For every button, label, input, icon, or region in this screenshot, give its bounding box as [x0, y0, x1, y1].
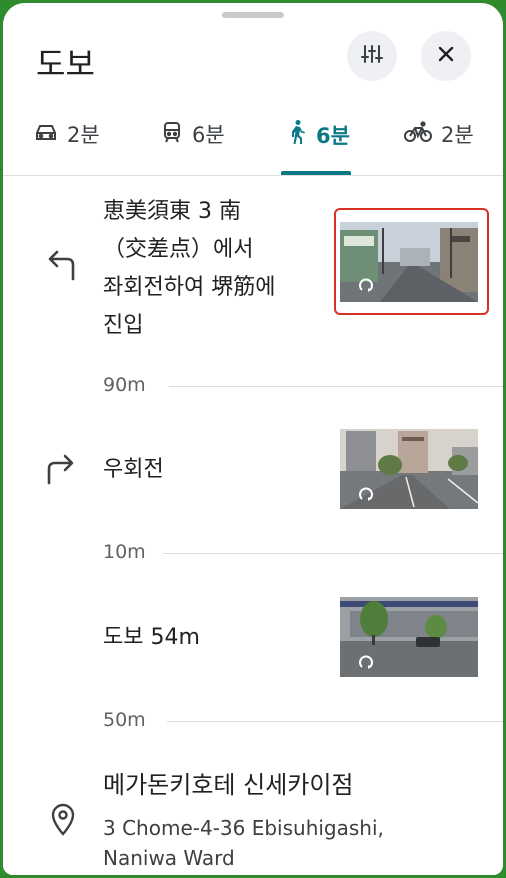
street-view-thumbnail[interactable] — [340, 222, 478, 302]
destination-name[interactable]: 메가돈키호테 신세카이점 — [103, 765, 354, 800]
travel-mode-tabs: 2분 6분 6분 2분 — [3, 103, 503, 175]
tabs-divider — [3, 175, 503, 176]
distance-label: 90m — [103, 374, 146, 396]
tab-label: 6분 — [192, 123, 225, 147]
turn-right-icon — [43, 453, 79, 491]
destination-address: 3 Chome-4-36 Ebisuhigashi, Naniwa Ward — [103, 813, 483, 873]
step-instruction[interactable]: 우회전 — [103, 451, 164, 489]
address-line: 3 Chome-4-36 Ebisuhigashi, — [103, 816, 384, 840]
app-frame: 도보 2분 6분 6분 2분 恵美須東 3 南 （交差点）에서 좌회전하여 堺筋… — [3, 3, 503, 875]
distance-divider — [167, 721, 503, 722]
instruction-line: 도보 54m — [103, 625, 200, 650]
instruction-line: 좌회전하여 堺筋에 — [103, 275, 276, 300]
tab-cycling[interactable]: 2분 — [403, 119, 474, 149]
distance-divider — [163, 553, 503, 554]
street-view-thumbnail[interactable] — [340, 597, 478, 677]
filter-button[interactable] — [347, 31, 397, 81]
step-instruction[interactable]: 恵美須東 3 南 （交差点）에서 좌회전하여 堺筋에 진입 — [103, 193, 275, 345]
distance-label: 10m — [103, 541, 146, 563]
tab-label: 2분 — [441, 123, 474, 147]
page-title: 도보 — [36, 45, 95, 83]
directions-sheet: 도보 2분 6분 6분 2분 恵美須東 3 南 （交差点）에서 좌회전하여 堺筋… — [3, 3, 503, 875]
tab-label: 2분 — [67, 123, 100, 147]
car-icon — [33, 120, 59, 149]
instruction-line: 恵美須東 3 南 — [103, 199, 241, 224]
instruction-line: （交差点）에서 — [103, 237, 254, 262]
address-line: Naniwa Ward — [103, 846, 235, 870]
turn-left-icon — [43, 249, 79, 287]
tab-walking[interactable]: 6분 — [286, 119, 350, 150]
distance-divider — [169, 386, 503, 387]
distance-label: 50m — [103, 709, 146, 731]
location-pin-icon — [50, 803, 76, 841]
tab-label: 6분 — [316, 123, 350, 148]
bike-icon — [403, 120, 433, 149]
instruction-line: 진입 — [103, 313, 144, 338]
walk-icon — [286, 119, 308, 150]
instruction-line: 우회전 — [103, 457, 164, 482]
street-view-thumbnail[interactable] — [340, 429, 478, 509]
tune-icon — [360, 42, 384, 70]
close-icon — [435, 43, 457, 69]
tab-driving[interactable]: 2분 — [33, 119, 100, 149]
close-button[interactable] — [421, 31, 471, 81]
tab-transit[interactable]: 6분 — [160, 119, 225, 149]
step-instruction[interactable]: 도보 54m — [103, 619, 200, 657]
drag-handle[interactable] — [222, 12, 284, 18]
train-icon — [160, 120, 184, 149]
